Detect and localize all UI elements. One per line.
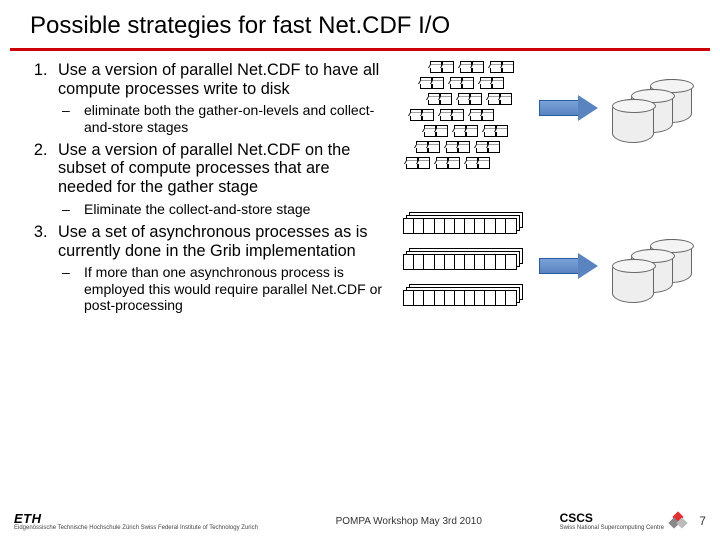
title-divider [10,48,710,51]
disk-stack-icon [612,79,702,139]
cscs-logo-text: CSCS [560,511,593,525]
slide: Possible strategies for fast Net.CDF I/O… [0,0,720,540]
body: Use a version of parallel Net.CDF to hav… [0,61,720,319]
slab-stack-icon [404,213,524,321]
disk-stack-icon [612,239,702,299]
page-number: 7 [692,514,706,528]
item-text: Use a version of parallel Net.CDF to hav… [58,61,386,98]
text-column: Use a version of parallel Net.CDF to hav… [16,61,386,319]
diagram-cubes-to-disk [404,57,699,187]
strategy-list: Use a version of parallel Net.CDF to hav… [16,61,386,313]
footer-left: ETH Eidgenössische Technische Hochschule… [14,512,258,531]
eth-logo-text: ETH [14,512,258,525]
footer: ETH Eidgenössische Technische Hochschule… [0,508,720,540]
arrow-right-icon [539,95,599,121]
footer-center: POMPA Workshop May 3rd 2010 [336,516,482,527]
sub-item: Eliminate the collect-and-store stage [58,201,386,217]
cscs-block: CSCS Swiss National Supercomputing Centr… [560,511,664,531]
eth-subtitle: Eidgenössische Technische Hochschule Zür… [14,525,258,531]
sub-item: If more than one asynchronous process is… [58,264,386,312]
diagram-slabs-to-disk [404,213,699,321]
cscs-logo-icon [670,513,686,529]
slide-title: Possible strategies for fast Net.CDF I/O [0,0,720,46]
item-text: Use a version of parallel Net.CDF on the… [58,141,386,197]
list-item: Use a version of parallel Net.CDF to hav… [52,61,386,135]
footer-right: CSCS Swiss National Supercomputing Centr… [560,511,706,531]
arrow-right-icon [539,253,599,279]
list-item: Use a version of parallel Net.CDF on the… [52,141,386,217]
cscs-subtitle: Swiss National Supercomputing Centre [560,525,664,531]
cube-cluster-icon [404,57,524,187]
list-item: Use a set of asynchronous processes as i… [52,223,386,313]
item-text: Use a set of asynchronous processes as i… [58,223,386,260]
graphics-column [386,61,698,319]
sub-item: eliminate both the gather-on-levels and … [58,102,386,134]
